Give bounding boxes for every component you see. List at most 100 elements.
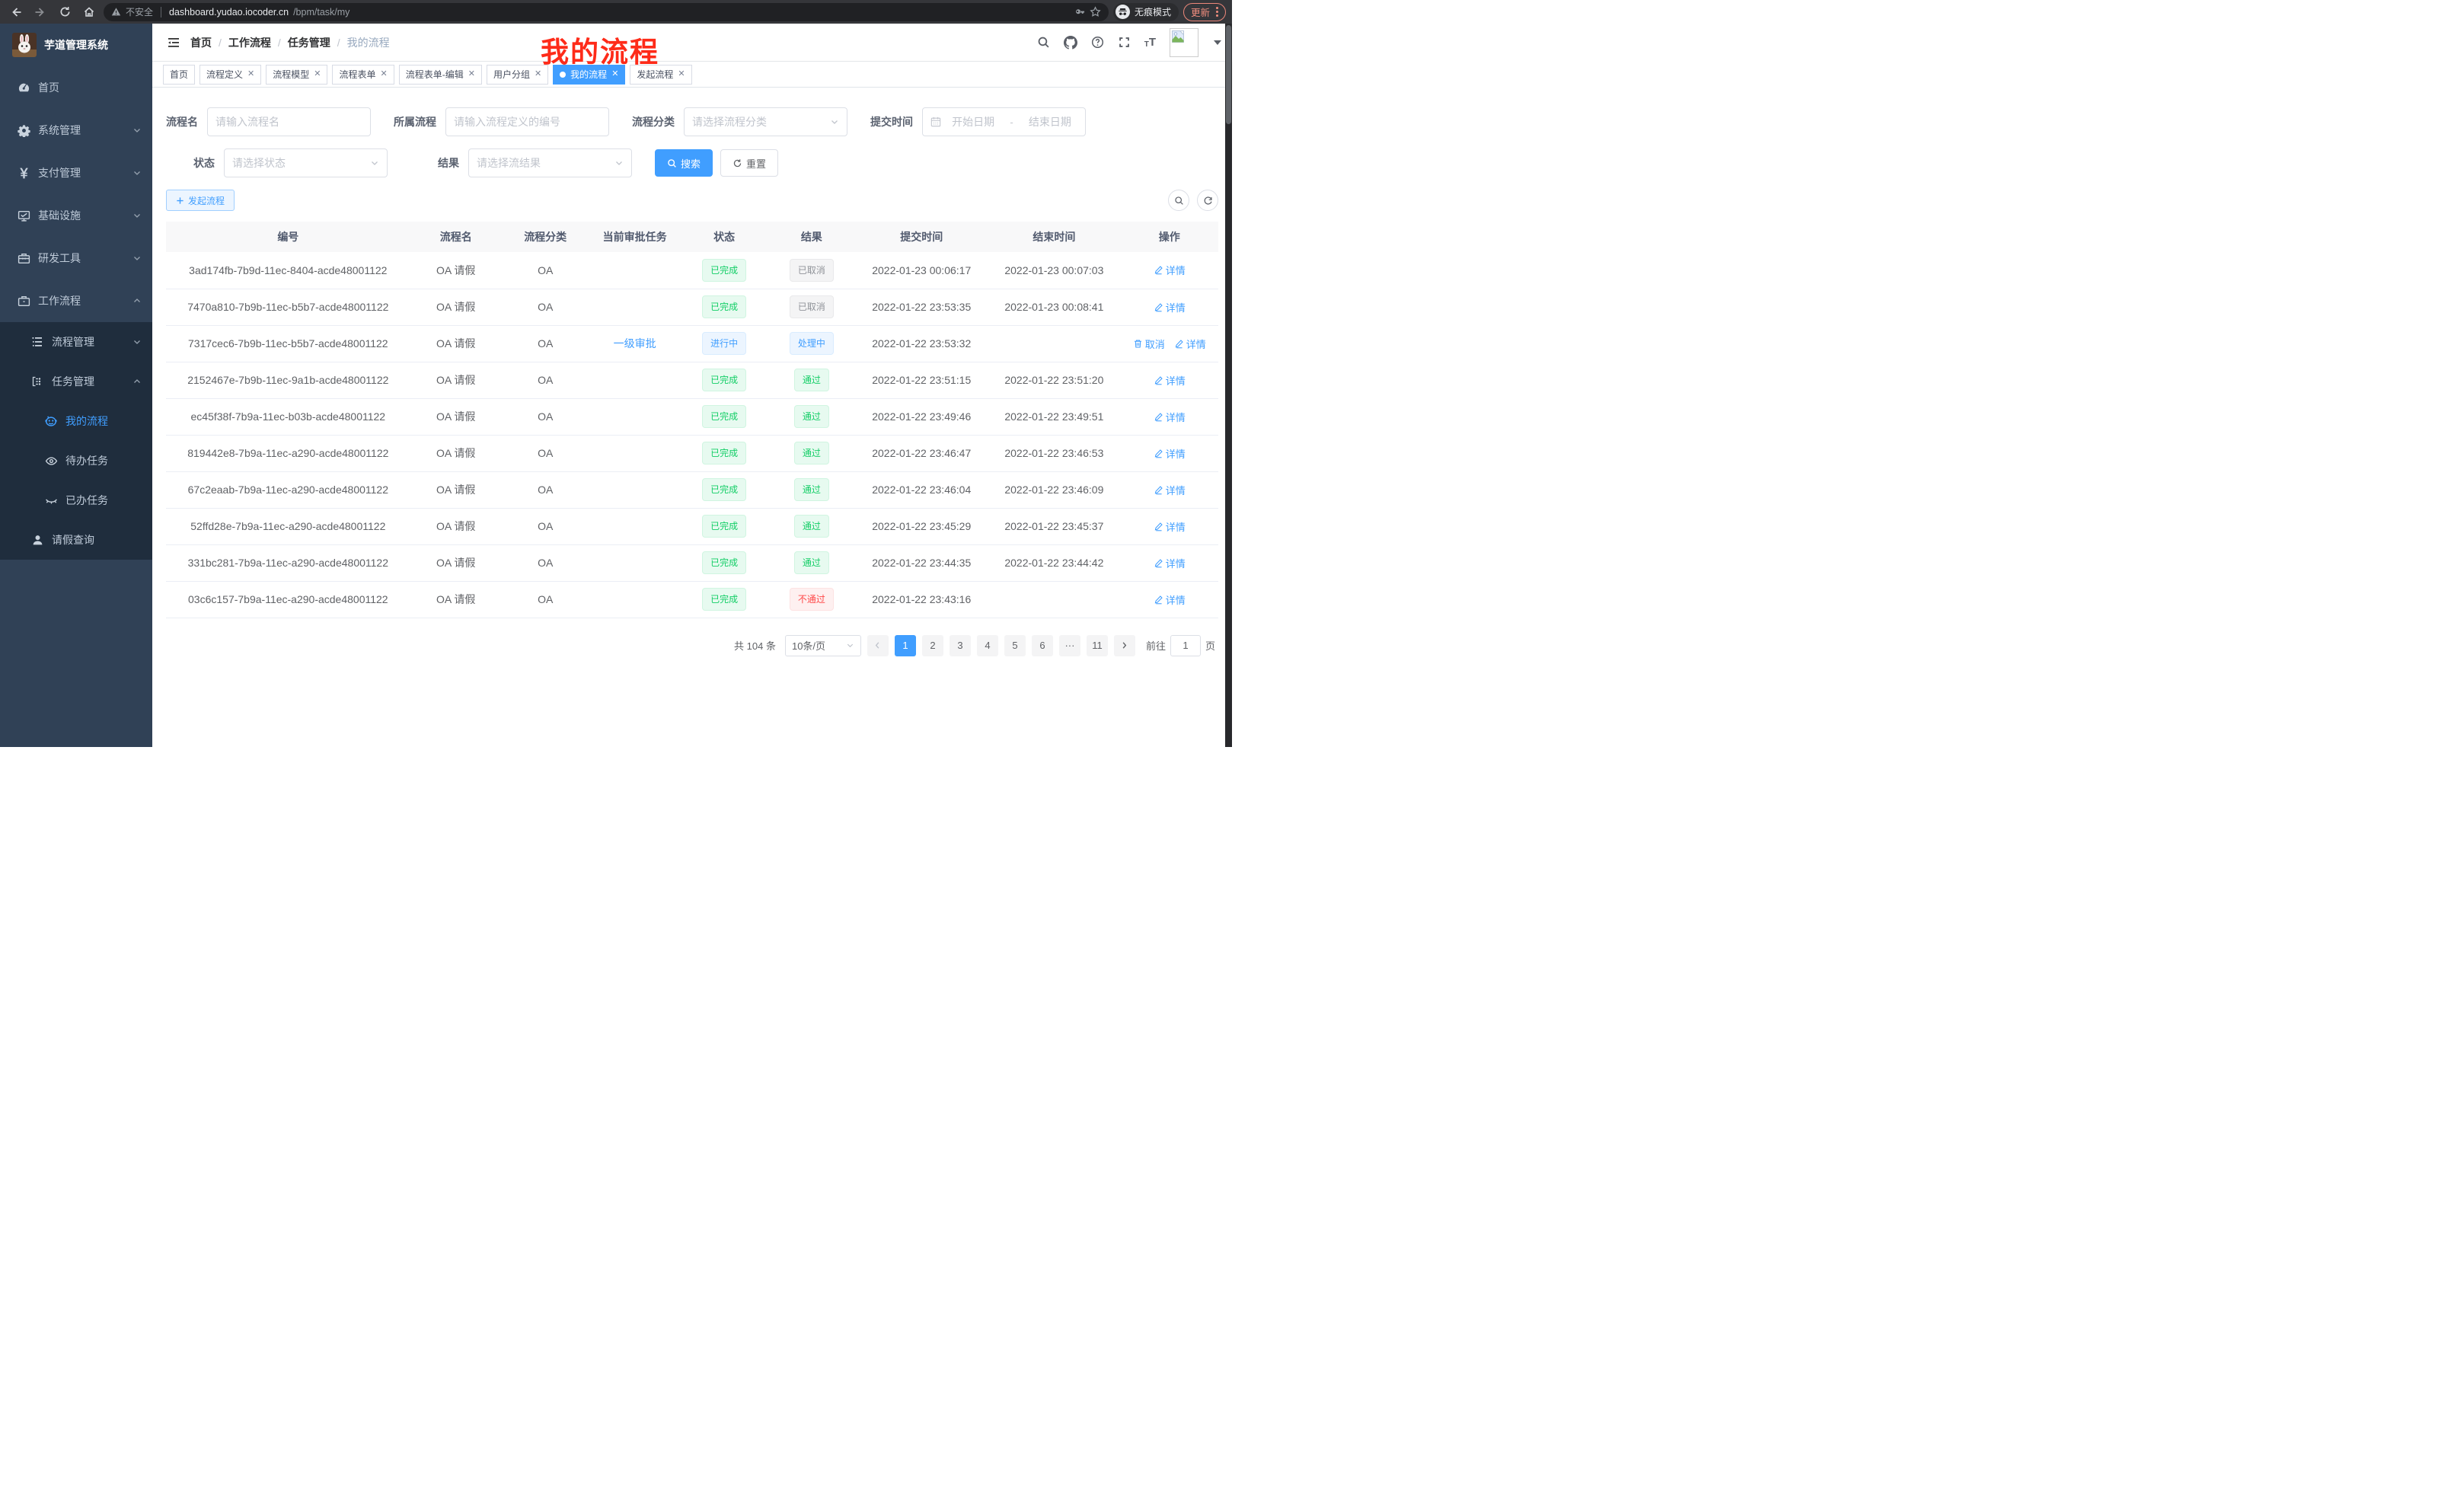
sidebar-item-9[interactable]: 待办任务 (0, 441, 152, 480)
cell-result: 通过 (768, 398, 855, 435)
page-button-5[interactable]: 5 (1004, 635, 1026, 656)
process-name-input[interactable] (215, 116, 362, 128)
status-badge: 已完成 (702, 369, 746, 391)
page-button-1[interactable]: 1 (895, 635, 916, 656)
tab-close-icon[interactable]: ✕ (468, 70, 475, 78)
detail-action-link[interactable]: 详情 (1154, 519, 1186, 534)
cell-id: 52ffd28e-7b9a-11ec-a290-acde48001122 (166, 508, 410, 544)
sidebar-item-4[interactable]: 研发工具 (0, 237, 152, 279)
result-select[interactable]: 请选择流结果 (468, 148, 632, 177)
tab-4[interactable]: 流程表单-编辑✕ (399, 65, 482, 85)
cell-id: ec45f38f-7b9a-11ec-b03b-acde48001122 (166, 398, 410, 435)
detail-action-link[interactable]: 详情 (1174, 337, 1206, 351)
page-button-6[interactable]: 6 (1032, 635, 1053, 656)
detail-action-link[interactable]: 详情 (1154, 556, 1186, 570)
detail-action-link[interactable]: 详情 (1154, 446, 1186, 461)
detail-action-link[interactable]: 详情 (1154, 483, 1186, 497)
browser-forward-icon[interactable] (30, 2, 50, 22)
category-select[interactable]: 请选择流程分类 (684, 107, 847, 136)
page-button-11[interactable]: 11 (1087, 635, 1108, 656)
date-start-placeholder[interactable]: 开始日期 (946, 114, 1001, 129)
column-header-6: 提交时间 (855, 222, 988, 252)
url-host: dashboard.yudao.iocoder.cn (169, 7, 289, 18)
toggle-search-button[interactable] (1168, 190, 1189, 211)
address-bar[interactable]: 不安全 dashboard.yudao.iocoder.cn/bpm/task/… (104, 3, 1109, 21)
tab-close-icon[interactable]: ✕ (678, 70, 685, 78)
tab-close-icon[interactable]: ✕ (611, 70, 618, 78)
font-size-icon[interactable]: TT (1144, 36, 1156, 49)
search-icon[interactable] (1037, 36, 1050, 49)
tab-2[interactable]: 流程模型✕ (266, 65, 327, 85)
goto-page-input[interactable] (1170, 635, 1201, 656)
avatar-dropdown-icon[interactable] (1214, 40, 1221, 45)
task-link[interactable]: 一级审批 (614, 337, 656, 350)
result-badge: 通过 (794, 405, 829, 428)
browser-menu-icon[interactable] (1216, 7, 1218, 17)
page-ellipsis[interactable]: ··· (1059, 635, 1080, 656)
breadcrumb-item-1[interactable]: 工作流程 (228, 35, 271, 50)
chevron-down-icon (370, 158, 379, 168)
tab-3[interactable]: 流程表单✕ (332, 65, 394, 85)
browser-home-icon[interactable] (79, 2, 99, 22)
update-label[interactable]: 更新 (1191, 5, 1210, 19)
sidebar-item-6[interactable]: 流程管理 (0, 322, 152, 362)
browser-reload-icon[interactable] (55, 2, 75, 22)
detail-action-link[interactable]: 详情 (1154, 592, 1186, 607)
sidebar-item-11[interactable]: 请假查询 (0, 520, 152, 560)
sidebar-item-3[interactable]: 基础设施 (0, 194, 152, 237)
github-icon[interactable] (1064, 36, 1077, 49)
page-button-4[interactable]: 4 (977, 635, 998, 656)
sidebar-item-10[interactable]: 已办任务 (0, 480, 152, 520)
sidebar-item-2[interactable]: 支付管理 (0, 152, 152, 194)
browser-update-button[interactable]: 更新 (1183, 3, 1226, 21)
tab-close-icon[interactable]: ✕ (247, 70, 254, 78)
tab-5[interactable]: 用户分组✕ (487, 65, 548, 85)
security-warning-icon[interactable] (111, 7, 121, 17)
tab-0[interactable]: 首页 (163, 65, 195, 85)
detail-action-link[interactable]: 详情 (1154, 263, 1186, 277)
reset-button[interactable]: 重置 (720, 149, 778, 177)
sidebar-item-5[interactable]: 工作流程 (0, 279, 152, 322)
scrollbar-thumb[interactable] (1226, 25, 1231, 124)
breadcrumb-item-2[interactable]: 任务管理 (288, 35, 330, 50)
cell-process-name: OA 请假 (410, 289, 502, 325)
sidebar-item-7[interactable]: 任务管理 (0, 362, 152, 401)
refresh-button[interactable] (1197, 190, 1218, 211)
breadcrumb-item-0[interactable]: 首页 (190, 35, 212, 50)
avatar[interactable] (1170, 28, 1198, 57)
search-button[interactable]: 搜索 (655, 149, 713, 177)
sidebar-collapse-icon[interactable] (163, 32, 184, 53)
next-page-button[interactable] (1114, 635, 1135, 656)
bookmark-star-icon[interactable] (1090, 6, 1101, 18)
cell-id: 2152467e-7b9b-11ec-9a1b-acde48001122 (166, 362, 410, 398)
help-icon[interactable] (1091, 36, 1104, 49)
app-title: 芋道管理系统 (44, 37, 108, 53)
page-size-select[interactable]: 10条/页 (785, 635, 861, 656)
detail-action-link[interactable]: 详情 (1154, 410, 1186, 424)
tab-close-icon[interactable]: ✕ (314, 70, 321, 78)
create-process-button[interactable]: 发起流程 (166, 190, 235, 211)
page-button-2[interactable]: 2 (922, 635, 943, 656)
status-select[interactable]: 请选择状态 (224, 148, 388, 177)
cell-submit-time: 2022-01-22 23:45:29 (855, 508, 988, 544)
prev-page-button[interactable] (867, 635, 889, 656)
app-logo-row[interactable]: 芋道管理系统 (0, 24, 152, 66)
window-scrollbar[interactable] (1225, 24, 1232, 747)
password-key-icon[interactable] (1074, 6, 1085, 18)
process-def-input[interactable] (454, 116, 601, 128)
cell-current-task (589, 508, 681, 544)
tab-close-icon[interactable]: ✕ (381, 70, 388, 78)
cancel-action-link[interactable]: 取消 (1133, 337, 1165, 351)
date-end-placeholder[interactable]: 结束日期 (1023, 114, 1077, 129)
sidebar-item-0[interactable]: 首页 (0, 66, 152, 109)
tab-close-icon[interactable]: ✕ (535, 70, 541, 78)
fullscreen-icon[interactable] (1118, 36, 1131, 49)
browser-back-icon[interactable] (6, 2, 26, 22)
detail-action-link[interactable]: 详情 (1154, 300, 1186, 314)
sidebar-item-1[interactable]: 系统管理 (0, 109, 152, 152)
detail-action-link[interactable]: 详情 (1154, 373, 1186, 388)
submit-time-range-picker[interactable]: 开始日期 - 结束日期 (922, 107, 1086, 136)
tab-1[interactable]: 流程定义✕ (199, 65, 261, 85)
sidebar-item-8[interactable]: 我的流程 (0, 401, 152, 441)
page-button-3[interactable]: 3 (950, 635, 971, 656)
